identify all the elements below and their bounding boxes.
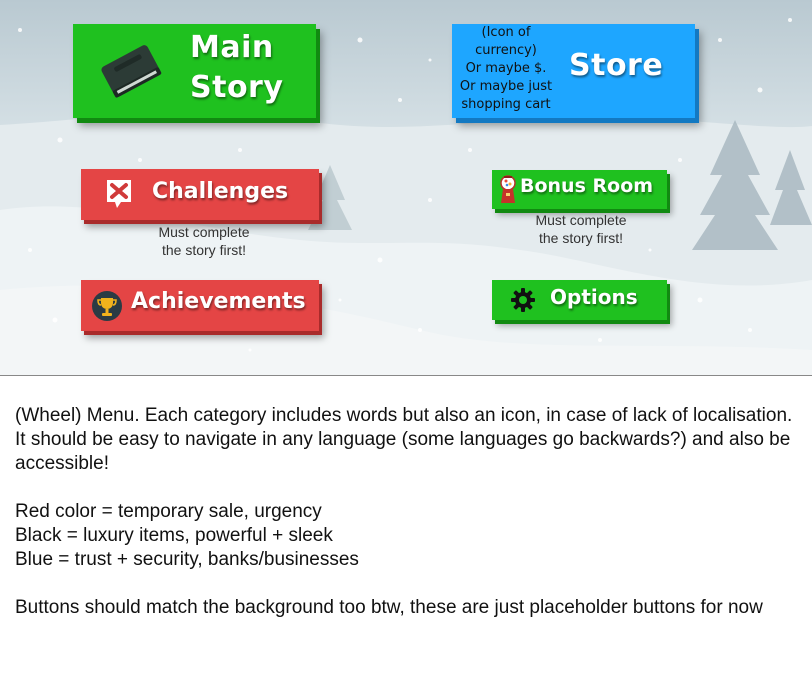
book-icon — [101, 45, 162, 98]
store-button[interactable]: (Icon of currency) Or maybe $. Or maybe … — [452, 24, 695, 118]
gumball-machine-icon — [500, 175, 516, 203]
bonus-room-button[interactable]: Bonus Room — [492, 170, 667, 209]
color-note-black: Black = luxury items, powerful + sleek — [15, 525, 333, 546]
challenges-lock-note: Must complete the story first! — [158, 224, 250, 258]
store-label: Store — [569, 48, 664, 83]
challenges-label: Challenges — [152, 179, 289, 204]
section-divider — [0, 375, 812, 376]
gear-icon — [511, 288, 535, 312]
currency-icon-placeholder: (Icon of currency) Or maybe $. Or maybe … — [459, 25, 553, 112]
challenges-button[interactable]: Challenges — [81, 169, 319, 220]
bonus-room-label: Bonus Room — [520, 175, 654, 197]
color-note-red: Red color = temporary sale, urgency — [15, 501, 322, 522]
notes-intro: (Wheel) Menu. Each category includes wor… — [15, 405, 793, 474]
achievements-label: Achievements — [131, 289, 306, 314]
winter-menu-scene: Main Story (Icon of currency) Or maybe $… — [0, 0, 812, 376]
options-button[interactable]: Options — [492, 280, 667, 320]
achievements-button[interactable]: Achievements — [81, 280, 319, 331]
main-story-label: Main Story — [190, 30, 284, 105]
notes-color-meanings: Red color = temporary sale, urgency Blac… — [15, 500, 805, 572]
design-notes: (Wheel) Menu. Each category includes wor… — [15, 404, 805, 644]
challenge-card-icon — [107, 180, 131, 208]
main-story-button[interactable]: Main Story — [73, 24, 316, 118]
notes-footer: Buttons should match the background too … — [15, 597, 763, 618]
trophy-icon — [92, 291, 122, 321]
color-note-blue: Blue = trust + security, banks/businesse… — [15, 549, 359, 570]
options-label: Options — [550, 285, 638, 309]
bonus-room-lock-note: Must complete the story first! — [535, 212, 627, 246]
